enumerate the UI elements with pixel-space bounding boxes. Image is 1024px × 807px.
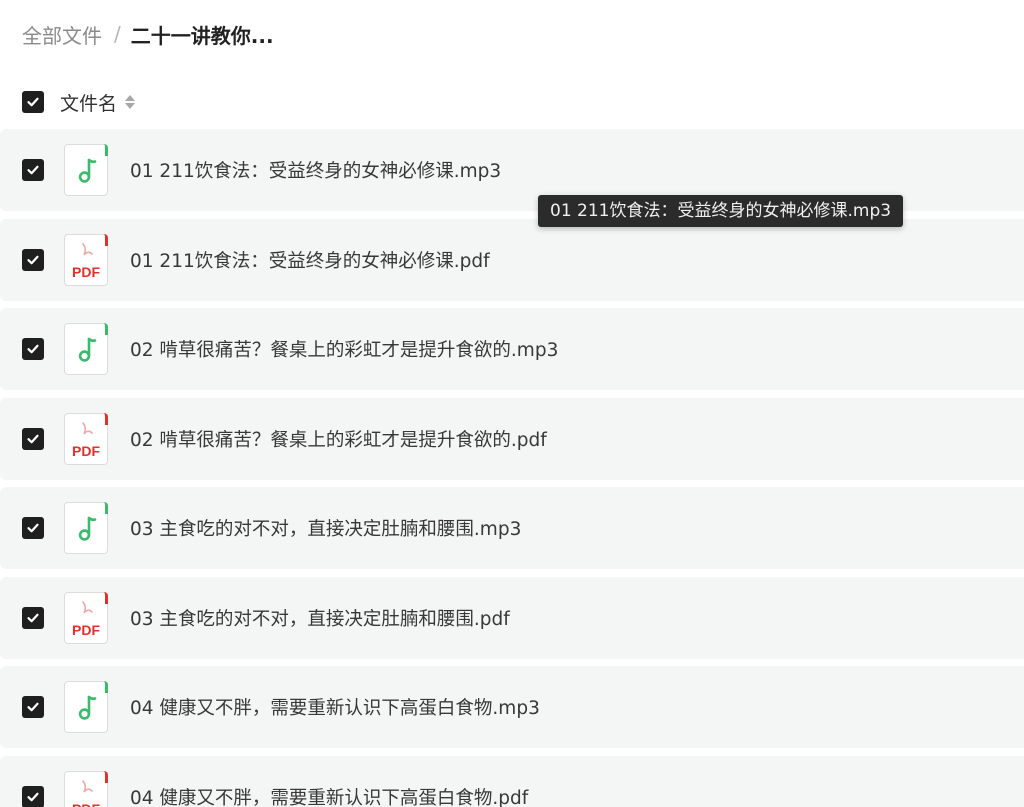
svg-text:PDF: PDF	[72, 264, 100, 280]
music-note-icon	[64, 681, 108, 733]
pdf-file-icon: PDF	[64, 591, 108, 644]
pdf-file-icon: PDF	[64, 233, 108, 286]
check-icon	[27, 344, 39, 354]
select-all-checkbox[interactable]	[22, 91, 44, 113]
pdf-file-icon: PDF	[64, 770, 108, 807]
check-icon	[27, 702, 39, 712]
file-row[interactable]: PDF 03 主食吃的对不对，直接决定肚腩和腰围.pdf	[0, 576, 1024, 659]
file-browser: 全部文件 / 二十一讲教你... 文件名 01 211饮食法：受益终身的女神必修…	[0, 0, 1024, 807]
pdf-file-icon: PDF	[64, 412, 108, 465]
check-icon	[27, 523, 39, 533]
breadcrumb: 全部文件 / 二十一讲教你...	[22, 14, 274, 54]
file-name-link[interactable]: 03 主食吃的对不对，直接决定肚腩和腰围.pdf	[130, 605, 510, 631]
file-checkbox[interactable]	[22, 606, 44, 629]
file-name-link[interactable]: 01 211饮食法：受益终身的女神必修课.pdf	[130, 247, 490, 273]
music-note-icon	[64, 502, 108, 554]
file-checkbox[interactable]	[22, 248, 44, 271]
breadcrumb-current-folder: 二十一讲教你...	[130, 23, 274, 48]
list-header: 文件名	[0, 84, 1024, 120]
file-checkbox[interactable]	[22, 159, 44, 181]
file-checkbox[interactable]	[22, 696, 44, 718]
sort-icon[interactable]	[125, 95, 136, 109]
file-row[interactable]: PDF 04 健康又不胖，需要重新认识下高蛋白食物.pdf	[0, 755, 1024, 807]
file-checkbox[interactable]	[22, 517, 44, 539]
file-name-link[interactable]: 03 主食吃的对不对，直接决定肚腩和腰围.mp3	[130, 515, 521, 541]
file-name-link[interactable]: 02 啃草很痛苦？餐桌上的彩虹才是提升食欲的.pdf	[130, 426, 547, 452]
file-row[interactable]: 03 主食吃的对不对，直接决定肚腩和腰围.mp3	[0, 487, 1024, 569]
breadcrumb-separator: /	[114, 22, 121, 46]
svg-text:PDF: PDF	[72, 622, 100, 638]
check-icon	[27, 792, 39, 801]
check-icon	[27, 165, 39, 175]
check-icon	[27, 255, 39, 264]
breadcrumb-root-link[interactable]: 全部文件	[22, 20, 102, 49]
file-name-link[interactable]: 04 健康又不胖，需要重新认识下高蛋白食物.mp3	[130, 694, 540, 720]
check-icon	[27, 613, 39, 622]
svg-text:PDF: PDF	[72, 443, 100, 459]
file-row[interactable]: PDF 01 211饮食法：受益终身的女神必修课.pdf	[0, 218, 1024, 301]
filename-tooltip: 01 211饮食法：受益终身的女神必修课.mp3	[538, 195, 904, 227]
check-icon	[27, 97, 39, 107]
svg-text:PDF: PDF	[72, 801, 100, 807]
music-note-icon	[64, 144, 108, 196]
file-row[interactable]: 02 啃草很痛苦？餐桌上的彩虹才是提升食欲的.mp3	[0, 308, 1024, 390]
file-checkbox[interactable]	[22, 785, 44, 807]
check-icon	[27, 434, 39, 443]
column-header-filename[interactable]: 文件名	[60, 89, 117, 116]
music-note-icon	[64, 323, 108, 375]
file-row[interactable]: PDF 02 啃草很痛苦？餐桌上的彩虹才是提升食欲的.pdf	[0, 397, 1024, 480]
file-name-link[interactable]: 01 211饮食法：受益终身的女神必修课.mp3	[130, 157, 501, 183]
file-name-link[interactable]: 04 健康又不胖，需要重新认识下高蛋白食物.pdf	[130, 784, 528, 807]
file-row[interactable]: 04 健康又不胖，需要重新认识下高蛋白食物.mp3	[0, 666, 1024, 748]
file-name-link[interactable]: 02 啃草很痛苦？餐桌上的彩虹才是提升食欲的.mp3	[130, 336, 558, 362]
file-checkbox[interactable]	[22, 338, 44, 360]
file-checkbox[interactable]	[22, 427, 44, 450]
